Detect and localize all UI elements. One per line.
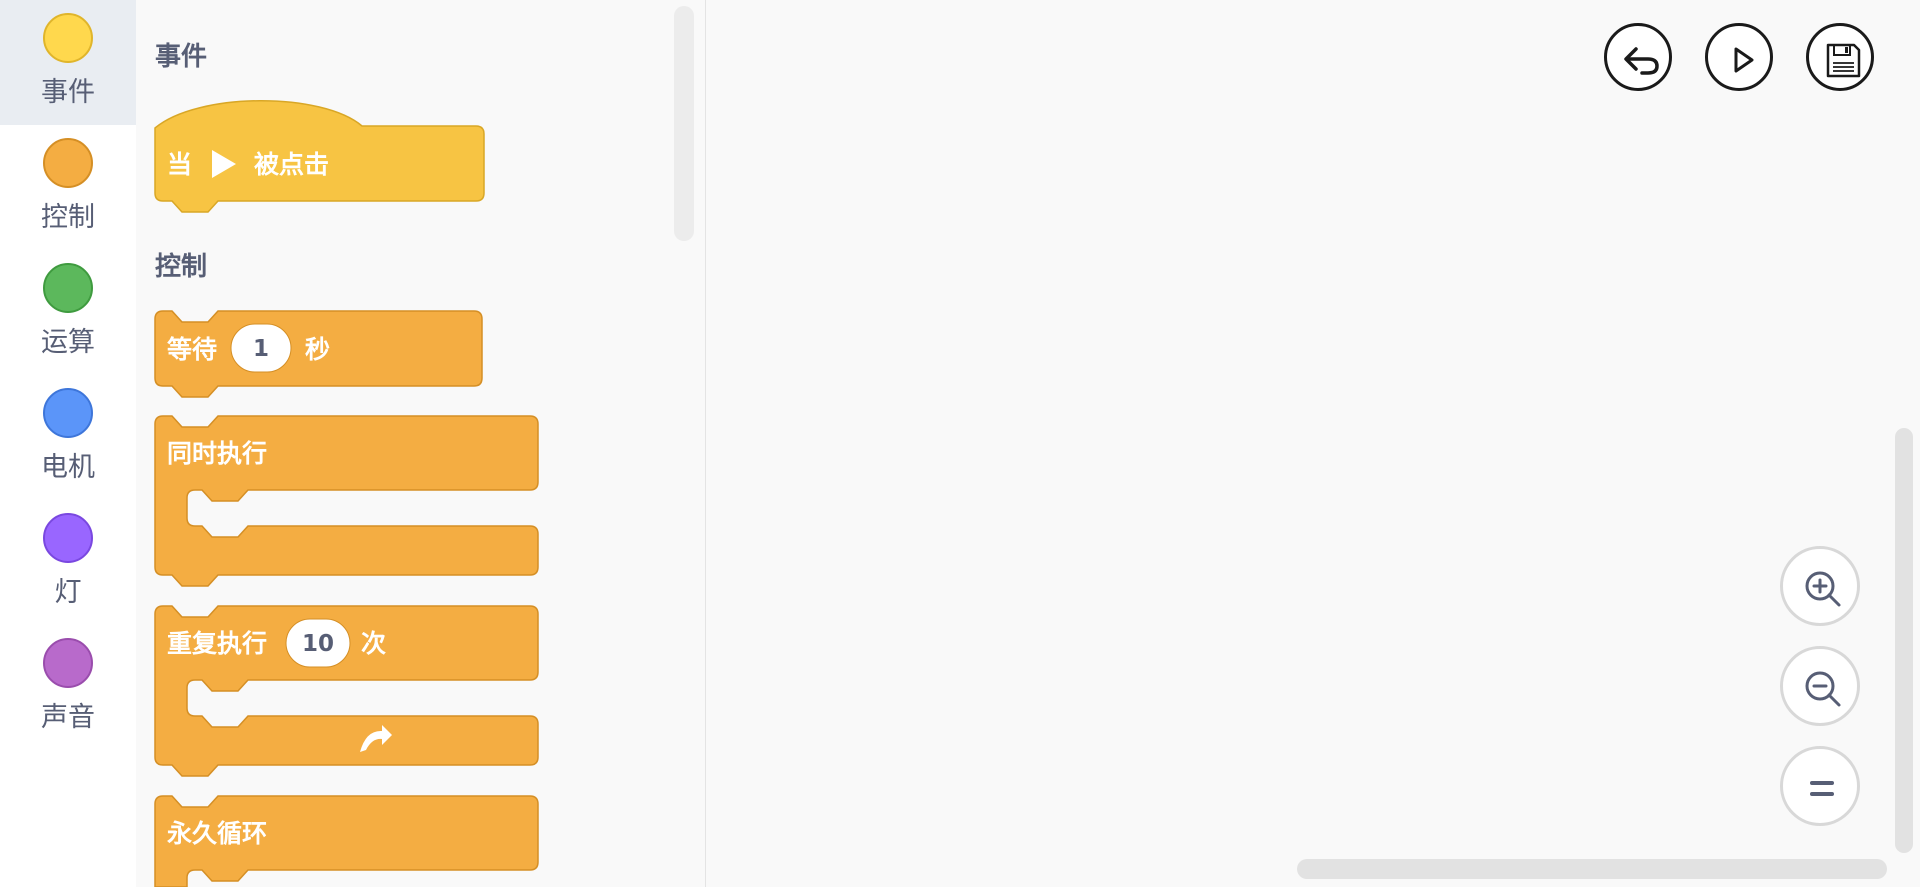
category-operators-label: 运算	[41, 327, 95, 358]
block-parallel[interactable]: 同时执行	[154, 415, 539, 587]
category-events[interactable]: 事件	[0, 0, 136, 125]
block-canvas: 当 被点击 等待 1 秒 同时执行 重复执行 10 次 永久循环	[154, 98, 539, 887]
category-control[interactable]: 控制	[0, 125, 136, 250]
category-operators[interactable]: 运算	[0, 250, 136, 375]
block-flyout: 事件 控制 当 被点击 等待 1 秒 同时执行 重复执行 10 次 永久循环	[136, 0, 706, 887]
block-wait[interactable]: 等待 1 秒	[154, 310, 483, 398]
when-clicked-suffix: 被点击	[254, 150, 329, 179]
block-forever[interactable]: 永久循环	[154, 795, 539, 887]
category-light[interactable]: 灯	[0, 500, 136, 625]
wait-suffix: 秒	[305, 335, 330, 364]
zoom-out-button[interactable]	[1780, 646, 1860, 726]
workspace-horizontal-scrollbar[interactable]	[1297, 859, 1887, 879]
category-light-dot-icon	[43, 513, 93, 563]
category-sidebar: 事件 控制 运算 电机 灯 声音	[0, 0, 136, 887]
category-control-dot-icon	[43, 138, 93, 188]
repeat-prefix: 重复执行	[167, 629, 267, 658]
equals-icon	[1810, 781, 1834, 796]
floppy-disk-icon	[1826, 43, 1861, 78]
block-when-clicked[interactable]: 当 被点击	[154, 98, 485, 213]
category-operators-dot-icon	[43, 263, 93, 313]
forever-label: 永久循环	[167, 819, 267, 848]
category-events-label: 事件	[41, 77, 95, 108]
category-light-label: 灯	[54, 577, 82, 608]
repeat-suffix: 次	[361, 629, 386, 658]
wait-seconds-value: 1	[253, 336, 269, 362]
zoom-in-icon	[1805, 571, 1841, 607]
repeat-count-value: 10	[302, 631, 334, 657]
flyout-scrollbar[interactable]	[674, 6, 694, 241]
zoom-out-icon	[1805, 671, 1841, 707]
zoom-reset-button[interactable]	[1780, 746, 1860, 826]
run-button[interactable]	[1705, 23, 1773, 91]
category-sound[interactable]: 声音	[0, 625, 136, 750]
category-events-dot-icon	[43, 13, 93, 63]
block-repeat[interactable]: 重复执行 10 次	[154, 605, 539, 777]
workspace-vertical-scrollbar[interactable]	[1895, 428, 1913, 853]
code-workspace[interactable]	[706, 0, 1920, 887]
undo-arrow-icon	[1624, 47, 1659, 75]
play-icon	[1734, 47, 1754, 73]
category-control-label: 控制	[41, 202, 95, 233]
category-motor-dot-icon	[43, 388, 93, 438]
category-sound-dot-icon	[43, 638, 93, 688]
category-sound-label: 声音	[41, 702, 95, 733]
category-motor-label: 电机	[41, 452, 95, 483]
wait-prefix: 等待	[167, 335, 217, 364]
zoom-in-button[interactable]	[1780, 546, 1860, 626]
undo-button[interactable]	[1604, 23, 1672, 91]
parallel-label: 同时执行	[167, 439, 267, 468]
when-clicked-prefix: 当	[167, 150, 192, 179]
save-button[interactable]	[1806, 23, 1874, 91]
category-motor[interactable]: 电机	[0, 375, 136, 500]
